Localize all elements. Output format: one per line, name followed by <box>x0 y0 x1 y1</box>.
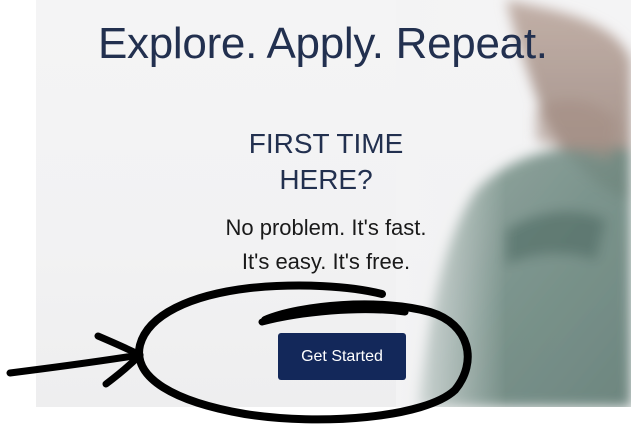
first-time-heading: FIRST TIME HERE? <box>206 126 446 198</box>
get-started-button[interactable]: Get Started <box>278 333 406 380</box>
first-time-line-2: HERE? <box>279 164 373 195</box>
tagline: No problem. It's fast. It's easy. It's f… <box>166 211 486 279</box>
tagline-line-2: It's easy. It's free. <box>241 249 411 274</box>
page-title: Explore. Apply. Repeat. <box>98 19 548 68</box>
hero-panel: Explore. Apply. Repeat. FIRST TIME HERE?… <box>36 0 631 407</box>
screenshot-stage: Explore. Apply. Repeat. FIRST TIME HERE?… <box>0 0 631 434</box>
first-time-line-1: FIRST TIME <box>248 128 404 159</box>
tagline-line-1: No problem. It's fast. <box>225 215 427 240</box>
